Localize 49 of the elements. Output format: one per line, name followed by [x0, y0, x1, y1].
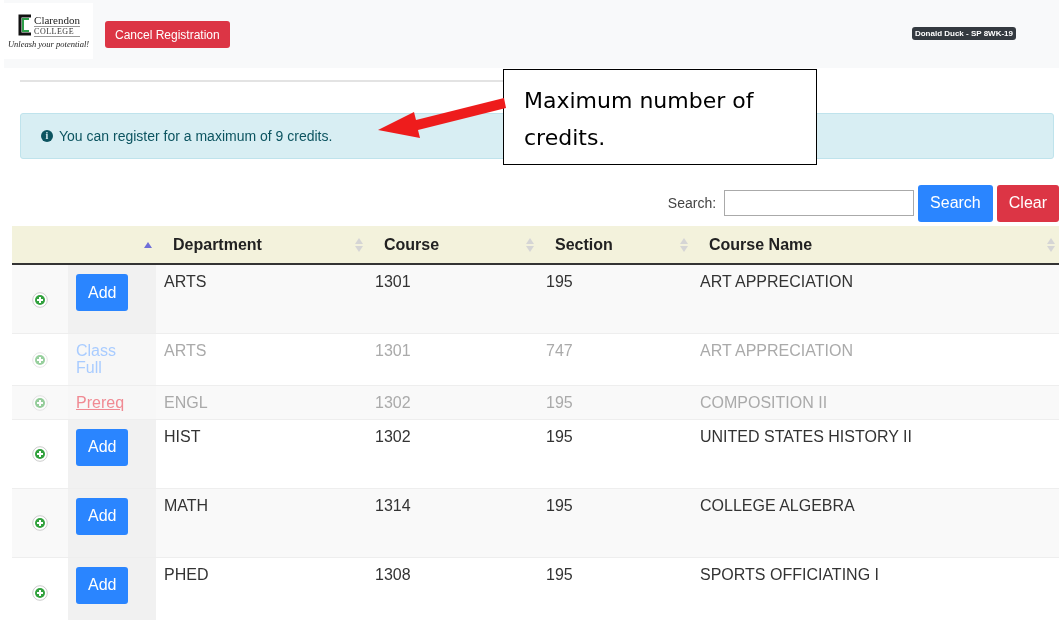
table-cell: 195 — [546, 496, 573, 514]
table-cell: 1301 — [375, 273, 411, 290]
callout-text: Maximum number of credits. — [524, 88, 754, 150]
alert-text: You can register for a maximum of 9 credits. — [59, 128, 333, 144]
column-header[interactable]: Course — [367, 226, 538, 264]
table-cell: COMPOSITION II — [700, 393, 828, 411]
column-header[interactable]: Department — [156, 226, 367, 264]
table-cell: MATH — [164, 496, 209, 514]
search-button[interactable]: Search — [918, 184, 993, 222]
clear-button[interactable]: Clear — [996, 184, 1059, 222]
cancel-registration-button[interactable]: Cancel Registration — [105, 21, 230, 48]
table-cell: COLLEGE ALGEBRA — [700, 496, 855, 514]
add-button[interactable]: Add — [76, 274, 129, 311]
table-cell: 747 — [546, 341, 573, 359]
add-button[interactable]: Add — [76, 497, 129, 535]
bracket-logo-icon — [17, 14, 34, 36]
table-cell: 1302 — [375, 427, 411, 445]
table-cell: 1308 — [375, 565, 411, 583]
add-button[interactable]: Add — [76, 428, 129, 466]
logo-tagline: Unleash your potential! — [7, 38, 90, 49]
table-cell: ARTS — [164, 273, 207, 290]
table-cell: HIST — [164, 427, 201, 445]
user-badge: Donald Duck - SP 8WK-19 — [911, 26, 1016, 40]
table-cell: 1302 — [375, 393, 411, 411]
expand-plus-icon[interactable] — [32, 291, 48, 308]
table-cell: 195 — [546, 393, 573, 411]
table-cell: 195 — [546, 565, 573, 583]
table-cell: 195 — [546, 273, 573, 290]
column-header[interactable]: Section — [538, 226, 692, 264]
table-cell: SPORTS OFFICIATING I — [700, 565, 879, 583]
table-cell: 1301 — [375, 341, 411, 359]
expand-plus-icon[interactable] — [32, 446, 48, 463]
expand-plus-icon[interactable] — [32, 515, 48, 532]
table-cell: UNITED STATES HISTORY II — [700, 427, 912, 445]
info-icon: i — [41, 130, 53, 142]
add-button[interactable]: Add — [76, 566, 129, 604]
column-header[interactable]: Course Name — [692, 226, 1059, 264]
logo-subtitle: COLLEGE — [34, 25, 80, 37]
search-field[interactable] — [724, 190, 915, 216]
search-label: Search: — [667, 195, 717, 211]
logo-name: Clarendon — [34, 13, 80, 26]
table-cell: ART APPRECIATION — [700, 273, 853, 290]
expand-plus-icon[interactable] — [32, 584, 48, 601]
table-cell: 195 — [546, 427, 573, 445]
table-cell: ENGL — [164, 393, 208, 411]
table-cell: ART APPRECIATION — [700, 341, 853, 359]
table-cell: 1314 — [375, 496, 411, 514]
table-cell: ARTS — [164, 341, 207, 359]
table-cell: PHED — [164, 565, 209, 583]
